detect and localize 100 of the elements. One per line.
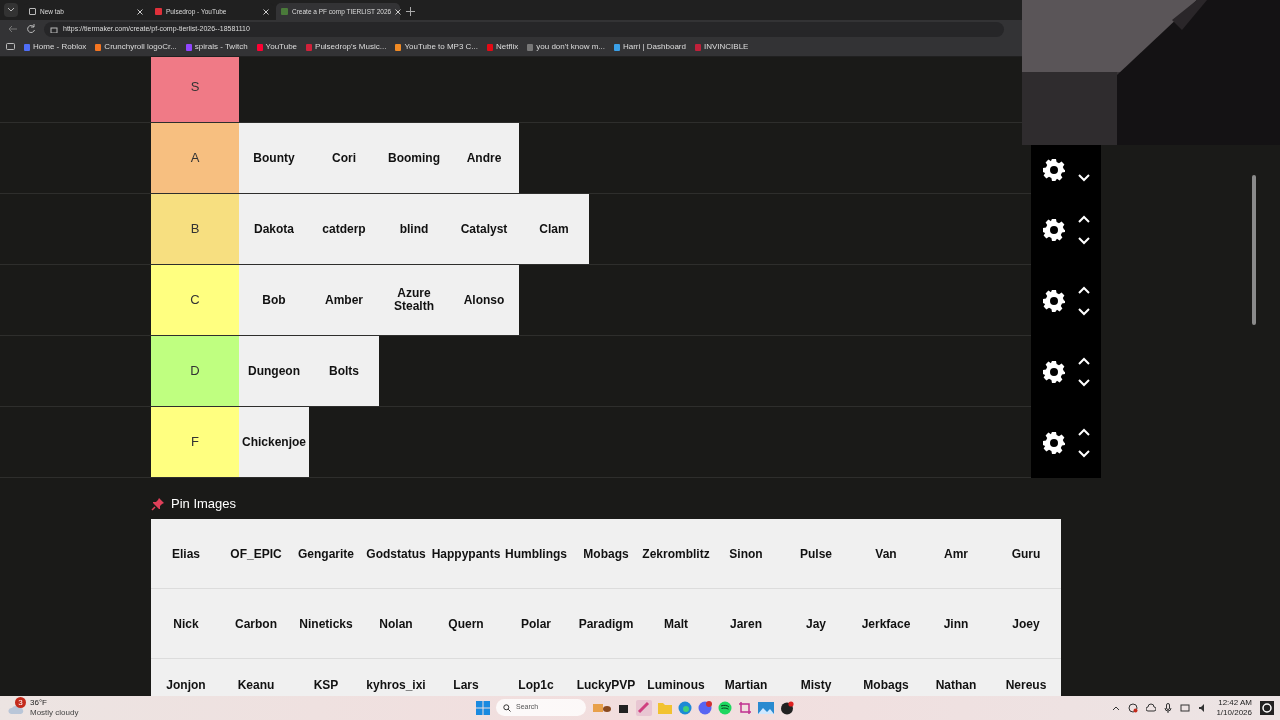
tier-item[interactable]: Bob [239, 265, 309, 335]
bookmark-icon[interactable] [613, 43, 620, 51]
chevron-down-icon[interactable] [1078, 307, 1090, 316]
settings-icon[interactable] [1042, 288, 1066, 313]
tier-item[interactable]: Carbon [235, 617, 277, 631]
chevron-down-icon[interactable] [1078, 378, 1090, 387]
chevron-down-icon[interactable] [1078, 236, 1090, 245]
tier-item[interactable]: blind [379, 194, 449, 264]
reload-icon[interactable] [26, 24, 36, 34]
close-icon[interactable] [395, 8, 402, 15]
tier-item[interactable]: Nineticks [299, 617, 353, 631]
chevron-down-icon[interactable] [1078, 174, 1090, 182]
tier-item[interactable]: Gengarite [298, 547, 354, 561]
tier-item[interactable]: Jay [806, 617, 826, 631]
bookmark-link[interactable]: Harri | Dashboard [622, 41, 686, 53]
tab-list-button[interactable] [4, 3, 18, 17]
tier-item[interactable]: Sinon [729, 547, 763, 561]
tier-item[interactable]: Jaren [730, 617, 762, 631]
tier-item[interactable]: Chickenjoe [239, 407, 309, 477]
settings-icon[interactable] [1042, 359, 1066, 384]
bookmark-link[interactable]: YouTube [265, 41, 298, 53]
bookmark-icon[interactable] [487, 43, 494, 51]
tier-item[interactable]: Van [875, 547, 897, 561]
tier-item[interactable]: catderp [309, 194, 379, 264]
tier-item[interactable]: Martian [724, 679, 768, 692]
tier-item[interactable]: Amr [944, 547, 968, 561]
tier-item[interactable]: Elias [172, 547, 200, 561]
tier-item[interactable]: Godstatus [366, 547, 426, 561]
bookmark-link[interactable]: Home - Roblox [33, 41, 87, 53]
tier-item[interactable]: Nick [173, 617, 199, 631]
chevron-down-icon[interactable] [1078, 449, 1090, 458]
cloud-icon[interactable] [8, 704, 24, 716]
tier-item[interactable]: Paradigm [578, 617, 634, 631]
tier-item[interactable]: Cori [309, 123, 379, 193]
bookmark-icon[interactable] [395, 43, 402, 51]
bookmark-link[interactable]: YouTube to MP3 C... [404, 41, 479, 53]
tier-item[interactable]: KSP [313, 679, 339, 692]
tier-item[interactable]: Alonso [449, 265, 519, 335]
tier-item[interactable]: Polar [521, 617, 551, 631]
bookmark-link[interactable]: Crunchyroll logoCr... [104, 41, 177, 53]
tier-item[interactable]: Azure Stealth [379, 265, 449, 335]
tier-item[interactable]: Jerkface [861, 617, 911, 631]
settings-icon[interactable] [1042, 158, 1066, 182]
bookmark-link[interactable]: spirals - Twitch [194, 41, 248, 53]
tier-item[interactable]: Nathan [935, 679, 977, 692]
scrollbar-thumb[interactable] [1252, 175, 1256, 325]
photo-app-icon[interactable] [758, 701, 774, 714]
tier-item[interactable]: Amber [309, 265, 379, 335]
browser-icon[interactable] [678, 700, 692, 715]
tier-item[interactable]: Bolts [309, 336, 379, 406]
start-icon[interactable] [476, 700, 490, 715]
bookmark-link[interactable]: you don't know m... [536, 41, 605, 53]
tier-item[interactable]: Catalyst [449, 194, 519, 264]
tier-item[interactable]: Jonjon [166, 679, 206, 692]
tier-item[interactable]: Andre [449, 123, 519, 193]
back-icon[interactable] [8, 24, 18, 34]
tier-item[interactable]: Joey [1012, 617, 1040, 631]
tier-item[interactable]: Malt [664, 617, 688, 631]
apps-icon[interactable] [6, 43, 15, 51]
bookmark-icon[interactable] [256, 43, 263, 51]
chat-app-icon[interactable] [698, 700, 712, 715]
record-app-icon[interactable] [780, 700, 794, 715]
notification-icon[interactable] [1260, 701, 1274, 715]
settings-icon[interactable] [1042, 217, 1066, 242]
settings-icon[interactable] [1042, 430, 1066, 455]
clock-time[interactable]: 12:42 AM [1218, 698, 1252, 708]
bookmark-link[interactable]: INVINCIBLE [703, 41, 749, 53]
tier-item[interactable]: Clam [519, 194, 589, 264]
tier-item[interactable]: Lars [453, 679, 479, 692]
cloud-sync-icon[interactable] [1146, 703, 1157, 713]
microphone-icon[interactable] [1164, 703, 1173, 713]
tier-item[interactable]: Luminous [647, 679, 705, 692]
bookmark-link[interactable]: Netflix [496, 41, 519, 53]
tier-item[interactable]: Dungeon [239, 336, 309, 406]
bookmark-icon[interactable] [185, 43, 192, 51]
tier-item[interactable]: Nolan [379, 617, 413, 631]
tier-item[interactable]: LuckyPVP [576, 679, 636, 692]
tier-item[interactable]: Booming [379, 123, 449, 193]
tier-item[interactable]: Jinn [943, 617, 969, 631]
paint-app-icon[interactable] [636, 699, 652, 716]
tier-item[interactable]: Happypants [431, 547, 501, 561]
tier-item[interactable]: Nereus [1005, 679, 1047, 692]
close-icon[interactable] [263, 8, 269, 15]
new-tab-icon[interactable] [406, 7, 415, 16]
tier-item[interactable]: kyhros_ixi [366, 679, 426, 692]
tier-item[interactable]: OF_EPIC [230, 547, 282, 561]
tier-item[interactable]: Mobags [583, 547, 629, 561]
tier-item[interactable]: Humblings [505, 547, 567, 561]
bookmark-icon[interactable] [527, 43, 534, 51]
bookmark-icon[interactable] [24, 43, 30, 51]
tier-item[interactable]: Dakota [239, 194, 309, 264]
bookmark-link[interactable]: Pulsedrop's Music... [315, 41, 387, 53]
close-icon[interactable] [137, 8, 143, 15]
tier-item[interactable]: Keanu [237, 679, 275, 692]
bookmark-icon[interactable] [306, 43, 313, 51]
sync-icon[interactable] [1128, 703, 1139, 713]
bookmark-icon[interactable] [95, 43, 102, 51]
clock-date[interactable]: 1/10/2026 [1216, 708, 1252, 718]
tier-item[interactable]: Mobags [863, 679, 909, 692]
tier-item[interactable]: Lop1c [518, 679, 554, 692]
